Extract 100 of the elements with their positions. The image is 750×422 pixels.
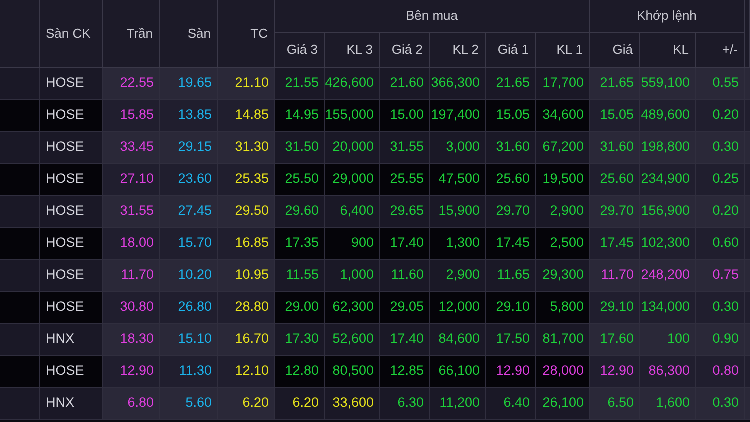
price-cell: 29.10 [486,292,536,324]
price-cell: 17.45 [590,228,640,260]
price-cell: 6.40 [486,388,536,420]
price-cell: 29.70 [590,196,640,228]
exchange-cell: HOSE [40,196,103,228]
price-cell: 559,100 [640,68,696,100]
price-cell: 21.65 [486,68,536,100]
price-cell: 26.80 [160,292,218,324]
price-cell: 2,900 [430,260,486,292]
price-cell: 22.55 [103,68,160,100]
price-cell: 12.90 [103,356,160,388]
price-cell: 26,100 [536,388,590,420]
price-cell: 34,600 [536,100,590,132]
price-cell: 23.60 [160,164,218,196]
price-cell: 1,000 [325,260,380,292]
price-cell: 900 [325,228,380,260]
price-cell: 0.30 [696,132,745,164]
price-cell: 11.70 [103,260,160,292]
price-cell: 12.90 [590,356,640,388]
column-header: Giá [590,33,640,68]
price-cell: 66,100 [430,356,486,388]
price-cell: 27.10 [103,164,160,196]
price-cell: 29,000 [325,164,380,196]
price-cell: 0.30 [696,388,745,420]
column-header: KL [640,33,696,68]
price-cell: 5,800 [536,292,590,324]
price-cell: 29.65 [380,196,430,228]
price-cell: 25.50 [275,164,325,196]
price-cell: 31.55 [103,196,160,228]
column-header: KL 2 [430,33,486,68]
price-cell: 19.65 [160,68,218,100]
price-cell: 52,600 [325,324,380,356]
column-header: Sàn [160,0,218,68]
price-cell: 29.05 [380,292,430,324]
price-cell: 12.80 [275,356,325,388]
price-cell: 31.55 [380,132,430,164]
price-cell: 84,600 [430,324,486,356]
price-cell: 29,300 [536,260,590,292]
price-cell: 25.60 [590,164,640,196]
price-cell: 67,200 [536,132,590,164]
column-header: +/- [696,33,745,68]
price-cell: 21.55 [275,68,325,100]
exchange-cell: HOSE [40,356,103,388]
price-cell: 15.10 [160,324,218,356]
price-cell: 197,400 [430,100,486,132]
exchange-cell: HOSE [40,228,103,260]
price-cell: 12.90 [486,356,536,388]
price-cell: 10.20 [160,260,218,292]
column-header: Giá 2 [380,33,430,68]
price-cell: 14.85 [218,100,275,132]
price-cell: 29.15 [160,132,218,164]
column-group-header: Bên mua [275,0,590,33]
price-cell: 15.70 [160,228,218,260]
price-cell: 248,200 [640,260,696,292]
price-cell: 12,000 [430,292,486,324]
price-cell: 18.30 [103,324,160,356]
price-cell: 17.30 [275,324,325,356]
exchange-cell: HNX [40,388,103,420]
exchange-cell: HNX [40,324,103,356]
price-cell: 2,900 [536,196,590,228]
price-cell: 12.85 [380,356,430,388]
price-cell: 13.85 [160,100,218,132]
exchange-cell: HOSE [40,292,103,324]
price-cell: 12.10 [218,356,275,388]
price-cell: 5.60 [160,388,218,420]
price-cell: 20,000 [325,132,380,164]
price-cell: 29.10 [590,292,640,324]
price-cell: 102,300 [640,228,696,260]
exchange-cell: HOSE [40,132,103,164]
price-cell: 100 [640,324,696,356]
price-cell: 489,600 [640,100,696,132]
price-cell: 156,900 [640,196,696,228]
column-header: Trần [103,0,160,68]
price-cell: 0.30 [696,292,745,324]
price-cell: 17.60 [590,324,640,356]
exchange-cell: HOSE [40,260,103,292]
price-cell: 21.10 [218,68,275,100]
price-cell: 19,500 [536,164,590,196]
price-cell: 6.50 [590,388,640,420]
price-cell: 11,200 [430,388,486,420]
price-cell: 15.05 [486,100,536,132]
price-cell: 0.90 [696,324,745,356]
price-cell: 11.55 [275,260,325,292]
price-cell: 198,800 [640,132,696,164]
price-cell: 17.35 [275,228,325,260]
price-cell: 234,900 [640,164,696,196]
price-cell: 30.80 [103,292,160,324]
price-cell: 29.50 [218,196,275,228]
price-cell: 11.65 [486,260,536,292]
price-cell: 16.85 [218,228,275,260]
price-cell: 134,000 [640,292,696,324]
column-header: Giá 1 [486,33,536,68]
price-cell: 25.60 [486,164,536,196]
price-cell: 0.80 [696,356,745,388]
price-cell: 0.55 [696,68,745,100]
price-cell: 31.30 [218,132,275,164]
price-cell: 6.80 [103,388,160,420]
price-cell: 14.95 [275,100,325,132]
price-cell: 21.60 [380,68,430,100]
price-cell: 86,300 [640,356,696,388]
